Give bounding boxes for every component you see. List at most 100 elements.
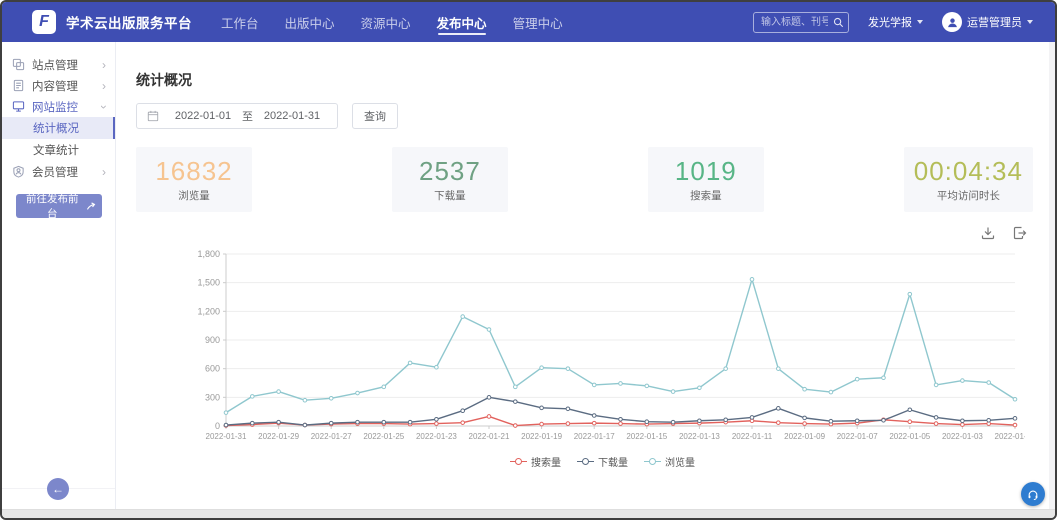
app-window: F 学术云出版服务平台 工作台 出版中心 资源中心 发布中心 管理中心 发光学报 xyxy=(0,0,1057,520)
sidebar-item-label: 内容管理 xyxy=(32,78,78,94)
sidebar-item-label: 会员管理 xyxy=(32,164,78,180)
chevron-down-icon xyxy=(1027,20,1033,24)
sidebar-subitem-label: 统计概况 xyxy=(33,120,79,136)
main-content: 统计概况 2022-01-01 至 2022-01-31 查询 16832 浏览… xyxy=(116,42,1055,510)
legend-item-搜索量[interactable]: 搜索量 xyxy=(510,454,561,469)
svg-text:2022-01-11: 2022-01-11 xyxy=(732,432,773,441)
nav-item-management-center[interactable]: 管理中心 xyxy=(513,2,563,42)
arrow-left-icon: ← xyxy=(52,482,64,496)
svg-text:1,200: 1,200 xyxy=(197,307,220,317)
filter-row: 2022-01-01 至 2022-01-31 查询 xyxy=(136,103,1033,129)
query-button[interactable]: 查询 xyxy=(352,103,398,129)
chart-legend: 搜索量 下载量 浏览量 xyxy=(180,454,1025,469)
content-icon xyxy=(12,79,25,92)
chart-block: 0 300 600 900 1,200 1,500 1,800 2022-01-31 2022-… xyxy=(180,246,1025,469)
date-from-value[interactable]: 2022-01-01 xyxy=(168,110,238,122)
topbar-right: 发光学报 运营管理员 xyxy=(753,12,1033,33)
nav-item-resource-center[interactable]: 资源中心 xyxy=(361,2,411,42)
svg-text:2022-01-23: 2022-01-23 xyxy=(416,432,457,441)
svg-text:2022-01-13: 2022-01-13 xyxy=(679,432,720,441)
svg-text:2022-01-07: 2022-01-07 xyxy=(837,432,878,441)
page-title: 统计概况 xyxy=(136,70,1033,90)
stat-card-downloads: 2537 下载量 xyxy=(392,147,508,213)
svg-text:2022-01-17: 2022-01-17 xyxy=(574,432,615,441)
user-menu-dropdown[interactable]: 运营管理员 xyxy=(942,12,1033,32)
legend-item-浏览量[interactable]: 浏览量 xyxy=(644,454,695,469)
stats-row: 16832 浏览量 2537 下载量 1019 搜索量 00:04:34 平均访… xyxy=(136,147,1033,213)
legend-item-下载量[interactable]: 下载量 xyxy=(577,454,628,469)
headset-icon xyxy=(1027,488,1039,501)
user-name-label: 运营管理员 xyxy=(967,14,1022,30)
chevron-right-icon: › xyxy=(102,80,106,92)
search-icon[interactable] xyxy=(833,17,844,28)
legend-label: 浏览量 xyxy=(665,454,695,469)
chevron-right-icon: › xyxy=(102,166,106,178)
svg-text:2022-01-19: 2022-01-19 xyxy=(521,432,562,441)
legend-label: 下载量 xyxy=(598,454,628,469)
chevron-down-icon xyxy=(917,20,923,24)
svg-text:1,500: 1,500 xyxy=(197,278,220,288)
sidebar-item-member-management[interactable]: 会员管理 › xyxy=(2,161,115,182)
vertical-scrollbar[interactable] xyxy=(1049,42,1055,510)
sidebar-collapse-button[interactable]: ← xyxy=(47,478,69,500)
stat-label: 平均访问时长 xyxy=(914,188,1023,203)
svg-text:2022-01-01: 2022-01-01 xyxy=(995,432,1025,441)
chevron-right-icon: › xyxy=(102,59,106,71)
date-separator: 至 xyxy=(242,108,253,124)
nav-item-workbench[interactable]: 工作台 xyxy=(221,2,259,42)
svg-text:1,800: 1,800 xyxy=(197,249,220,259)
svg-text:0: 0 xyxy=(215,421,220,431)
stats-line-chart[interactable]: 0 300 600 900 1,200 1,500 1,800 2022-01-31 2022-… xyxy=(180,246,1025,446)
stat-label: 搜索量 xyxy=(658,188,754,203)
stat-card-avg-visit-duration: 00:04:34 平均访问时长 xyxy=(904,147,1033,213)
export-icon[interactable] xyxy=(1013,226,1027,240)
nav-item-release-center[interactable]: 发布中心 xyxy=(437,2,487,42)
svg-text:2022-01-03: 2022-01-03 xyxy=(942,432,983,441)
app-logo: F xyxy=(32,10,56,34)
date-range-picker[interactable]: 2022-01-01 至 2022-01-31 xyxy=(136,103,338,129)
legend-marker-icon xyxy=(644,458,661,466)
journal-selector-dropdown[interactable]: 发光学报 xyxy=(868,14,923,30)
stat-value: 00:04:34 xyxy=(914,157,1023,186)
stat-card-searches: 1019 搜索量 xyxy=(648,147,764,213)
logo-letter: F xyxy=(39,13,49,31)
svg-text:2022-01-27: 2022-01-27 xyxy=(311,432,352,441)
chevron-down-icon: › xyxy=(98,105,110,109)
date-to-value[interactable]: 2022-01-31 xyxy=(257,110,327,122)
svg-text:2022-01-29: 2022-01-29 xyxy=(258,432,299,441)
stat-label: 浏览量 xyxy=(146,188,242,203)
stat-value: 1019 xyxy=(658,157,754,186)
sidebar-item-site-management[interactable]: 站点管理 › xyxy=(2,54,115,75)
portal-button[interactable]: 前往发布前台 xyxy=(16,194,102,218)
service-float-button[interactable] xyxy=(1021,482,1045,506)
sidebar-item-label: 网站监控 xyxy=(32,99,78,115)
svg-text:300: 300 xyxy=(205,393,220,403)
sidebar: 站点管理 › 内容管理 › 网站监控 › 统计概况 文章统计 会员 xyxy=(2,42,116,510)
sidebar-item-label: 站点管理 xyxy=(32,57,78,73)
svg-text:2022-01-31: 2022-01-31 xyxy=(206,432,247,441)
topbar: F 学术云出版服务平台 工作台 出版中心 资源中心 发布中心 管理中心 发光学报 xyxy=(2,2,1055,42)
svg-text:900: 900 xyxy=(205,335,220,345)
sidebar-item-site-monitoring[interactable]: 网站监控 › xyxy=(2,96,115,117)
main-nav: 工作台 出版中心 资源中心 发布中心 管理中心 xyxy=(208,2,576,42)
sidebar-subitem-article-statistics[interactable]: 文章统计 xyxy=(2,139,115,161)
journal-selector-label: 发光学报 xyxy=(868,14,912,30)
app-title: 学术云出版服务平台 xyxy=(66,12,192,32)
sidebar-subitem-statistics-overview[interactable]: 统计概况 xyxy=(2,117,115,139)
svg-text:2022-01-15: 2022-01-15 xyxy=(626,432,667,441)
svg-text:2022-01-09: 2022-01-09 xyxy=(784,432,825,441)
sidebar-item-content-management[interactable]: 内容管理 › xyxy=(2,75,115,96)
portal-button-label: 前往发布前台 xyxy=(22,191,82,221)
horizontal-scrollbar[interactable] xyxy=(2,509,1055,518)
download-icon[interactable] xyxy=(981,226,995,240)
stat-card-pageviews: 16832 浏览量 xyxy=(136,147,252,213)
svg-text:2022-01-25: 2022-01-25 xyxy=(363,432,404,441)
monitor-icon xyxy=(12,100,25,113)
nav-item-publishing-center[interactable]: 出版中心 xyxy=(285,2,335,42)
legend-marker-icon xyxy=(510,458,527,466)
svg-text:600: 600 xyxy=(205,364,220,374)
stat-label: 下载量 xyxy=(402,188,498,203)
arrow-up-right-icon xyxy=(86,201,96,211)
stat-value: 2537 xyxy=(402,157,498,186)
calendar-icon xyxy=(147,110,159,122)
